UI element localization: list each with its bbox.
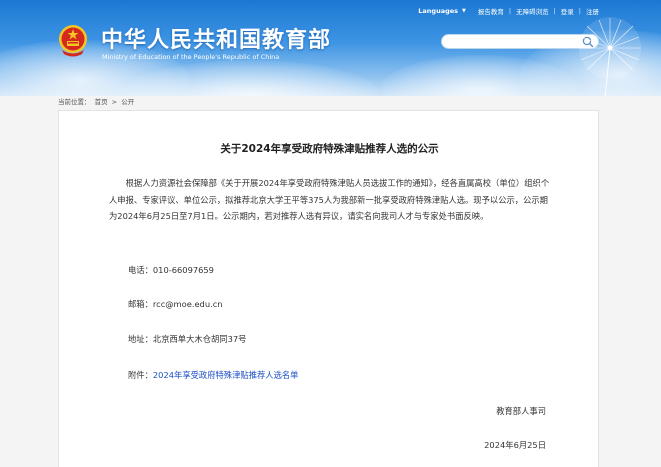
divider: | — [508, 7, 512, 15]
dandelion-decoration-icon — [579, 17, 641, 96]
national-emblem-icon[interactable] — [58, 24, 88, 58]
contact-phone: 电话：010-66097659 — [128, 264, 214, 276]
article-paragraph: 根据人力资源社会保障部《关于开展2024年享受政府特殊津贴人员选拔工作的通知》，… — [109, 178, 550, 221]
language-switch[interactable]: Languages — [418, 7, 458, 15]
address-label: 地址： — [128, 334, 153, 344]
contact-address: 地址：北京西单大木仓胡同37号 — [128, 333, 246, 345]
breadcrumb: 当前位置： 首页 > 公开 — [58, 96, 136, 108]
site-logo-subtitle: Ministry of Education of the People's Re… — [102, 53, 280, 61]
site-logo-title[interactable]: 中华人民共和国教育部 — [101, 22, 331, 53]
article-panel: 关于2024年享受政府特殊津贴推荐人选的公示 根据人力资源社会保障部《关于开展2… — [58, 110, 599, 467]
phone-value: 010-66097659 — [152, 265, 214, 275]
phone-label: 电话： — [128, 265, 153, 275]
site-header: Languages ▼ 报告教育 | 无障碍浏览 | 登录 | 注册 中华人民共… — [0, 0, 661, 96]
accessibility-link[interactable]: 无障碍浏览 — [516, 6, 549, 16]
attachment-label: 附件： — [128, 370, 153, 380]
breadcrumb-prefix: 当前位置： — [58, 98, 91, 106]
signature-org: 教育部人事司 — [496, 406, 546, 416]
attachment-link[interactable]: 2024年享受政府特殊津贴推荐人选名单 — [153, 370, 299, 380]
breadcrumb-separator: > — [111, 98, 118, 106]
attachment: 附件：2024年享受政府特殊津贴推荐人选名单 — [128, 369, 298, 381]
signature-date: 2024年6月25日 — [484, 440, 546, 450]
contact-email: 邮箱：rcc@moe.edu.cn — [128, 298, 223, 310]
page: Languages ▼ 报告教育 | 无障碍浏览 | 登录 | 注册 中华人民共… — [0, 0, 661, 467]
article-title: 关于2024年享受政府特殊津贴推荐人选的公示 — [220, 143, 439, 155]
breadcrumb-item-home[interactable]: 首页 — [95, 98, 108, 106]
breadcrumb-item-public[interactable]: 公开 — [121, 98, 134, 106]
email-label: 邮箱： — [128, 299, 153, 309]
report-education-link[interactable]: 报告教育 — [478, 6, 504, 16]
address-value: 北京西单大木仓胡同37号 — [152, 334, 247, 344]
email-value: rcc@moe.edu.cn — [152, 299, 223, 309]
chevron-down-icon[interactable]: ▼ — [462, 8, 466, 14]
